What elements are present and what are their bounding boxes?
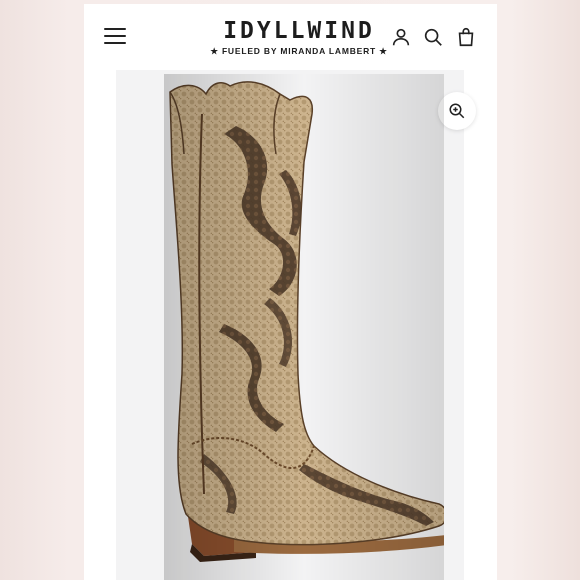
brand-logo[interactable]: IDYLLWIND ★ FUELED BY MIRANDA LAMBERT ★: [199, 18, 399, 57]
search-icon[interactable]: [422, 26, 444, 48]
account-icon[interactable]: [390, 26, 412, 48]
cart-icon[interactable]: [455, 26, 477, 48]
brand-name: IDYLLWIND: [223, 18, 375, 44]
site-header: IDYLLWIND ★ FUELED BY MIRANDA LAMBERT ★: [84, 4, 497, 70]
zoom-in-icon: [449, 103, 465, 119]
mobile-page: IDYLLWIND ★ FUELED BY MIRANDA LAMBERT ★: [84, 4, 497, 580]
menu-icon[interactable]: [104, 28, 126, 46]
brand-tagline: ★ FUELED BY MIRANDA LAMBERT ★: [210, 46, 388, 56]
product-image: [164, 74, 444, 580]
